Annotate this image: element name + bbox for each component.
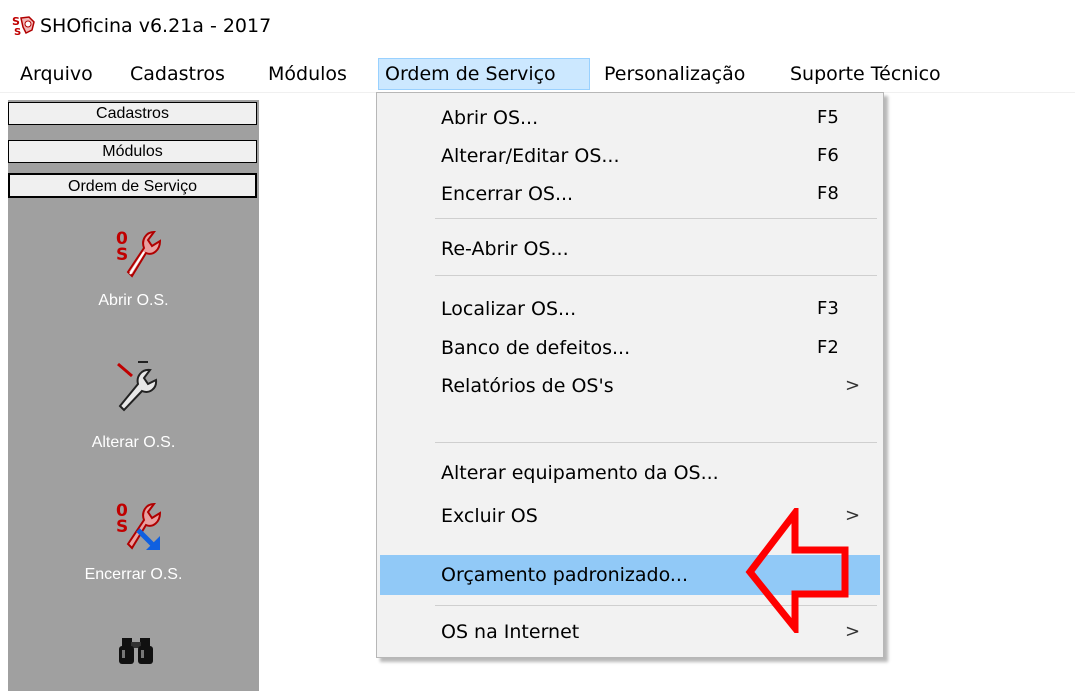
menu-item-alterar-equipamento[interactable]: Alterar equipamento da OS...: [377, 454, 883, 492]
menu-item-label: Relatórios de OS's: [441, 375, 614, 397]
menu-cadastros[interactable]: Cadastros: [124, 58, 231, 90]
title-bar: S S SHOficina v6.21a - 2017: [0, 0, 1075, 58]
svg-text:S: S: [14, 27, 21, 36]
menu-item-label: Alterar equipamento da OS...: [441, 462, 719, 484]
sidebar: Cadastros Módulos Ordem de Serviço 0 S A…: [8, 100, 259, 691]
shortcut-label: F2: [817, 337, 839, 358]
sidebar-button-modulos[interactable]: Módulos: [8, 140, 257, 163]
wrench-edit-icon: [117, 361, 158, 412]
shortcut-label: F6: [817, 145, 839, 166]
tool-label-alterar-os: Alterar O.S.: [91, 434, 176, 451]
menu-item-label: OS na Internet: [441, 621, 580, 643]
menu-item-label: Re-Abrir OS...: [441, 238, 569, 260]
menu-suporte-tecnico[interactable]: Suporte Técnico: [784, 58, 947, 90]
menu-ordem-de-servico[interactable]: Ordem de Serviço: [378, 58, 590, 90]
menu-item-label: Excluir OS: [441, 505, 538, 527]
svg-text:S: S: [116, 245, 128, 265]
menu-item-relatorios-de-os[interactable]: Relatórios de OS's >: [377, 367, 883, 405]
menu-separator: [435, 218, 877, 219]
wrench-close-icon: 0 S: [116, 501, 162, 550]
menu-personalizacao[interactable]: Personalização: [598, 58, 751, 90]
shortcut-label: F5: [817, 107, 839, 128]
menu-item-label: Banco de defeitos...: [441, 337, 631, 359]
submenu-arrow-icon: >: [845, 375, 861, 396]
menu-item-abrir-os[interactable]: Abrir OS... F5: [377, 99, 883, 137]
sidebar-button-ordem-de-servico[interactable]: Ordem de Serviço: [8, 173, 257, 198]
tool-abrir-os[interactable]: 0 S Abrir O.S.: [8, 224, 259, 324]
menu-item-label: Orçamento padronizado...: [441, 564, 688, 586]
menu-bar: Arquivo Cadastros Módulos Ordem de Servi…: [0, 58, 1075, 93]
tool-encerrar-os[interactable]: 0 S Encerrar O.S.: [8, 496, 259, 596]
menu-separator: [435, 442, 877, 443]
menu-separator: [435, 275, 877, 276]
red-annotation-arrow-icon: [745, 508, 849, 633]
menu-arquivo[interactable]: Arquivo: [14, 58, 99, 90]
menu-item-encerrar-os[interactable]: Encerrar OS... F8: [377, 175, 883, 213]
wrench-os-icon: 0 S: [116, 229, 162, 278]
shortcut-label: F8: [817, 183, 839, 204]
shortcut-label: F3: [817, 298, 839, 319]
tool-label-abrir-os: Abrir O.S.: [98, 292, 169, 309]
window-title: SHOficina v6.21a - 2017: [40, 15, 272, 37]
menu-item-banco-de-defeitos[interactable]: Banco de defeitos... F2: [377, 329, 883, 367]
menu-item-label: Localizar OS...: [441, 298, 577, 320]
tool-label-encerrar-os: Encerrar O.S.: [84, 566, 183, 583]
menu-item-label: Alterar/Editar OS...: [441, 145, 620, 167]
tool-alterar-os[interactable]: Alterar O.S.: [8, 356, 259, 466]
svg-text:S: S: [116, 517, 128, 537]
menu-item-localizar-os[interactable]: Localizar OS... F3: [377, 290, 883, 328]
tool-localizar[interactable]: [8, 630, 259, 680]
menu-item-label: Encerrar OS...: [441, 183, 574, 205]
menu-modulos[interactable]: Módulos: [262, 58, 353, 90]
binoculars-icon: [119, 638, 153, 664]
menu-item-reabrir-os[interactable]: Re-Abrir OS...: [377, 230, 883, 268]
menu-item-alterar-editar-os[interactable]: Alterar/Editar OS... F6: [377, 137, 883, 175]
sidebar-button-cadastros[interactable]: Cadastros: [8, 102, 257, 125]
menu-item-label: Abrir OS...: [441, 107, 539, 129]
app-logo-icon: S S: [12, 15, 35, 36]
